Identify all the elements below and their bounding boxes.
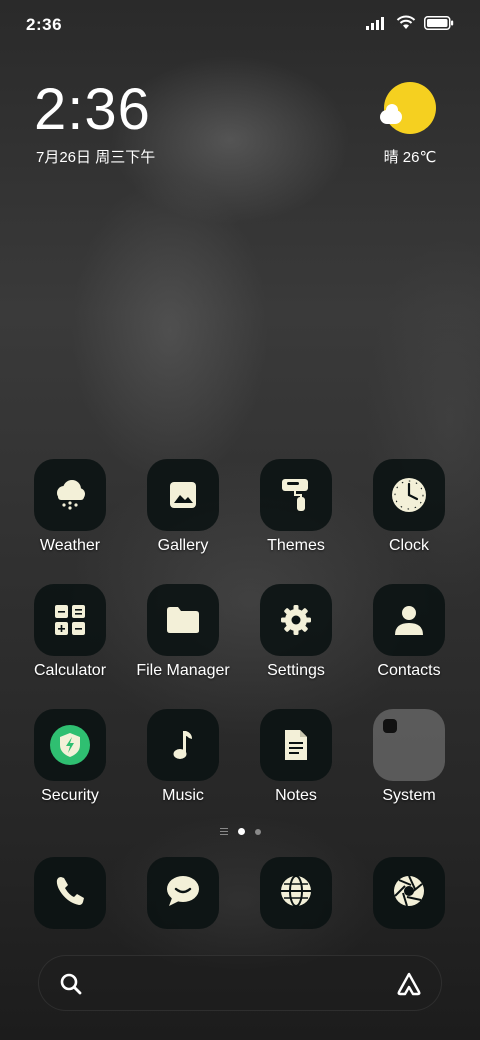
phone-icon [53, 874, 87, 913]
search-bar[interactable] [38, 955, 442, 1011]
app-label: System [382, 787, 436, 804]
sunny-cloud-icon [380, 82, 436, 134]
app-label: File Manager [136, 662, 230, 679]
app-weather[interactable]: Weather [15, 459, 125, 555]
app-label: Calculator [33, 662, 107, 679]
gear-icon [260, 584, 332, 656]
app-file-manager[interactable]: File Manager [128, 584, 238, 680]
signal-icon [366, 16, 388, 35]
folder-icon [373, 709, 445, 781]
status-time: 2:36 [26, 15, 63, 34]
message-icon [164, 874, 202, 913]
app-clock[interactable]: Clock [354, 459, 464, 555]
app-gallery[interactable]: Gallery [128, 459, 238, 555]
app-settings[interactable]: Settings [241, 584, 351, 680]
mini-app-icon [383, 719, 397, 733]
app-label: Clock [388, 537, 429, 554]
weather-summary: 晴 26℃ [383, 149, 437, 166]
app-folder-system[interactable]: System [354, 709, 464, 805]
weather-icon [34, 459, 106, 531]
app-label: Security [41, 787, 99, 804]
themes-icon [260, 459, 332, 531]
calculator-icon [34, 584, 106, 656]
clock-widget-date: 7月26日 周三下午 [36, 149, 156, 166]
assistant-icon[interactable] [395, 971, 423, 1002]
app-contacts[interactable]: Contacts [354, 584, 464, 680]
app-calculator[interactable]: Calculator [15, 584, 125, 680]
status-icons [366, 15, 454, 35]
page-dot [254, 828, 261, 835]
camera-icon [391, 873, 427, 914]
app-notes[interactable]: Notes [241, 709, 351, 805]
app-security[interactable]: Security [15, 709, 125, 805]
status-bar: 2:36 [0, 0, 480, 50]
dock-phone[interactable] [34, 857, 106, 929]
menu-lines-icon [219, 828, 228, 835]
music-note-icon [147, 709, 219, 781]
dock-camera[interactable] [373, 857, 445, 929]
battery-icon [424, 15, 454, 35]
person-icon [373, 584, 445, 656]
wifi-icon [396, 15, 416, 35]
app-label: Notes [275, 787, 317, 804]
app-label: Weather [39, 537, 101, 554]
app-label: Settings [267, 662, 325, 679]
weather-widget[interactable]: 晴 26℃ [370, 82, 450, 167]
shield-icon [34, 709, 106, 781]
clock-widget-time[interactable]: 2:36 [34, 78, 151, 142]
notes-icon [260, 709, 332, 781]
app-label: Music [162, 787, 204, 804]
page-dot-active [237, 828, 245, 835]
gallery-icon [147, 459, 219, 531]
app-label: Themes [267, 537, 325, 554]
search-icon [59, 972, 83, 1001]
dock-messages[interactable] [147, 857, 219, 929]
clock-icon [373, 459, 445, 531]
folder-icon [147, 584, 219, 656]
page-indicator[interactable] [0, 828, 480, 835]
app-label: Gallery [157, 537, 209, 554]
app-themes[interactable]: Themes [241, 459, 351, 555]
app-label: Contacts [377, 662, 441, 679]
app-music[interactable]: Music [128, 709, 238, 805]
dock-browser[interactable] [260, 857, 332, 929]
browser-icon [278, 873, 314, 914]
